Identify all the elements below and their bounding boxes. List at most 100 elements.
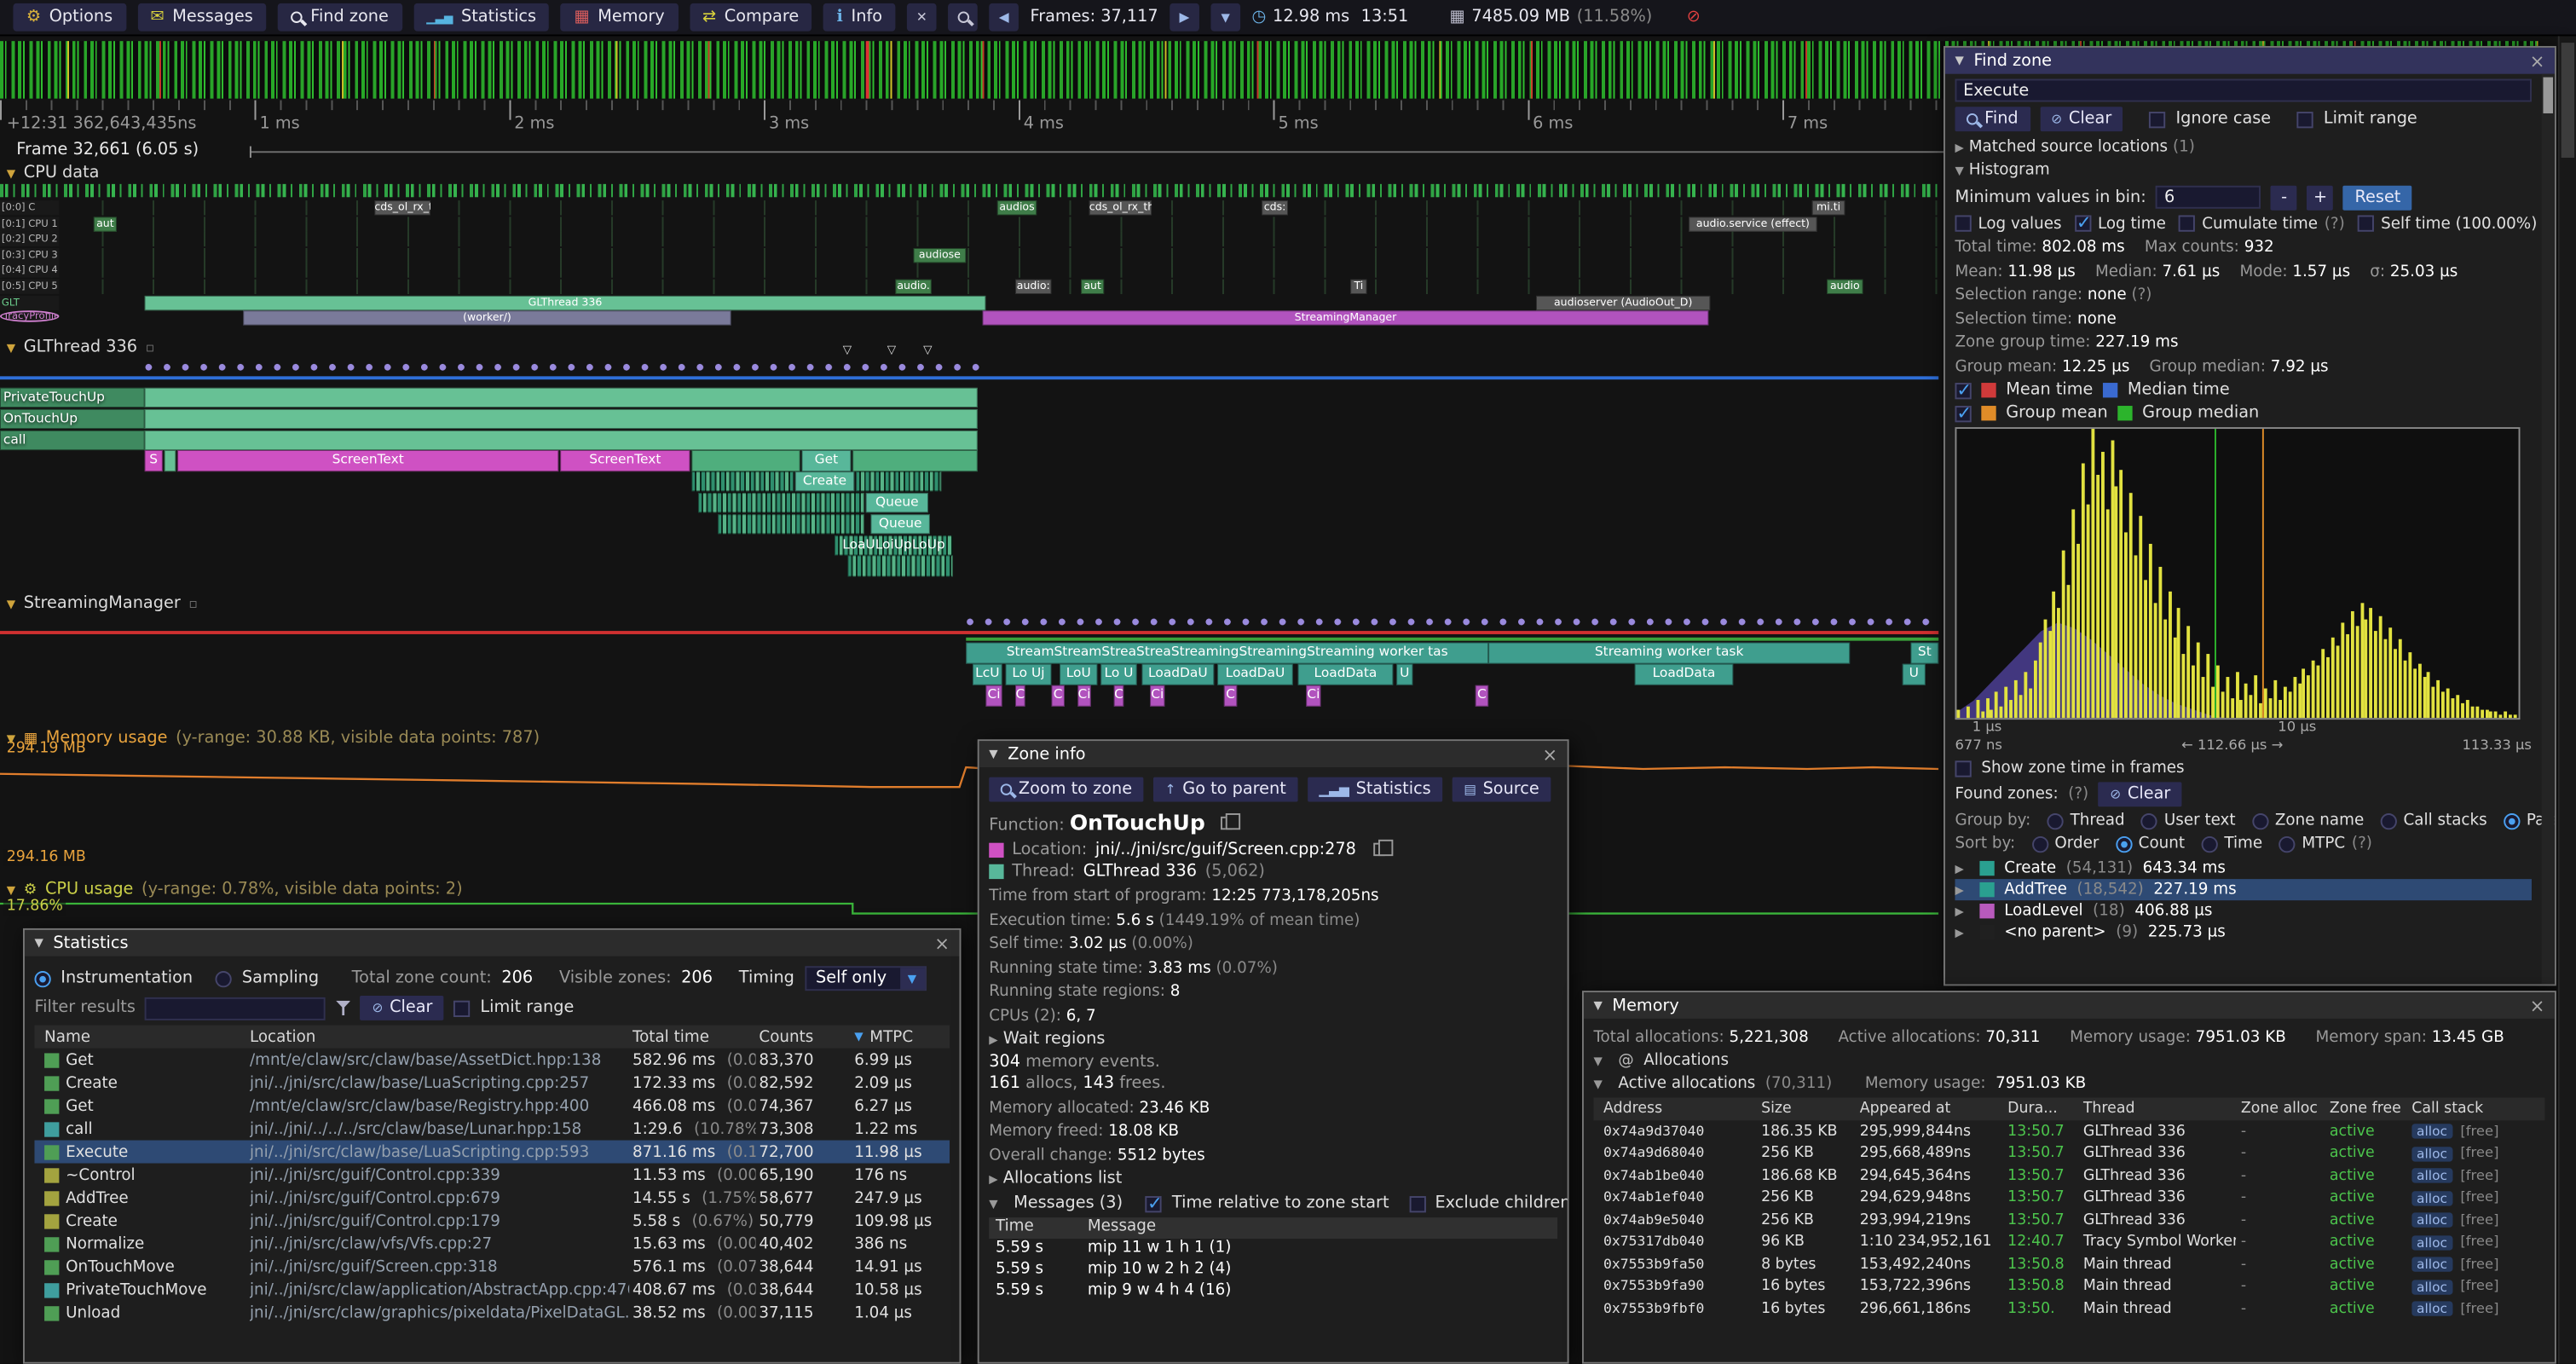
radio-order[interactable] <box>2031 835 2048 852</box>
alloc-callstack-button[interactable]: alloc <box>2411 1124 2452 1139</box>
cumulate-time-checkbox[interactable] <box>2179 215 2195 231</box>
timeline-zone[interactable]: LoU <box>1060 664 1097 685</box>
table-row[interactable]: AddTreejni/../jni/src/guif/Control.cpp:6… <box>34 1187 950 1210</box>
help-icon[interactable]: (?) <box>2127 286 2152 303</box>
timeline-zone[interactable]: S <box>145 451 163 471</box>
timeline-zone[interactable] <box>698 493 864 512</box>
go-to-parent-button[interactable]: ↑Go to parent <box>1153 777 1297 802</box>
messages-header[interactable]: Time Message <box>989 1217 1557 1239</box>
active-allocations-expander[interactable]: ▼ Active allocations (70,311) Memory usa… <box>1593 1074 2544 1092</box>
alloc-callstack-button[interactable]: alloc <box>2411 1213 2452 1228</box>
streaming-section-header[interactable]: ▼ StreamingManager ▫ <box>7 595 198 613</box>
scrollbar[interactable] <box>2558 36 2576 1363</box>
allocation-row[interactable]: 0x74ab9e5040256 KB293,994,219ns13:50.7GL… <box>1593 1209 2544 1231</box>
alloc-callstack-button[interactable]: alloc <box>2411 1235 2452 1250</box>
timeline-zone[interactable] <box>145 430 978 449</box>
close-icon[interactable]: × <box>2530 995 2545 1016</box>
cpu-zone[interactable]: aut <box>1081 280 1104 294</box>
frame-down-button[interactable]: ▼ <box>1210 3 1240 32</box>
legend-checkbox[interactable] <box>1955 382 1971 398</box>
found-zone-group[interactable]: ▶LoadLevel(18)406.88 µs <box>1955 900 2531 922</box>
zoom-to-zone-button[interactable]: Zoom to zone <box>989 777 1143 802</box>
alloc-callstack-button[interactable]: alloc <box>2411 1302 2452 1316</box>
find-zone-button[interactable]: Find zone <box>278 3 402 32</box>
alloc-callstack-button[interactable]: alloc <box>2411 1191 2452 1205</box>
timeline-zone[interactable]: Ci <box>1306 685 1320 706</box>
scrollbar[interactable] <box>2542 74 2555 985</box>
table-row[interactable]: Createjni/../jni/src/guif/Control.cpp:17… <box>34 1209 950 1232</box>
next-frame-button[interactable]: ▶ <box>1170 3 1199 32</box>
radio-user-text[interactable] <box>2141 812 2157 829</box>
table-row[interactable]: Createjni/../jni/src/claw/base/LuaScript… <box>34 1072 950 1095</box>
cpu-zone[interactable]: cds_ol_rx_thr <box>374 200 430 215</box>
frame-marker-icon[interactable]: ▽ <box>887 344 896 356</box>
timeline-zone[interactable] <box>145 409 978 429</box>
cpu-zone[interactable]: audiose <box>914 248 967 263</box>
close-icon[interactable]: × <box>934 933 950 954</box>
table-row[interactable]: Get/mnt/e/claw/src/claw/base/Registry.hp… <box>34 1095 950 1118</box>
timeline-zone[interactable]: LoaULoiUpLoUp <box>835 535 953 555</box>
timeline-zone[interactable] <box>165 451 176 471</box>
table-row[interactable]: OnTouchMovejni/../jni/src/guif/Screen.cp… <box>34 1255 950 1278</box>
allocation-row[interactable]: 0x7553b9fa9016 bytes153,722,396ns13:50.8… <box>1593 1276 2544 1298</box>
frame-marker-icon[interactable]: ▽ <box>923 344 932 356</box>
exclude-children-checkbox[interactable] <box>1409 1195 1425 1211</box>
frame-marker-icon[interactable]: ▽ <box>843 344 852 356</box>
timeline-zone[interactable] <box>145 388 978 407</box>
timeline-zone[interactable] <box>852 451 977 471</box>
alloc-callstack-button[interactable]: alloc <box>2411 1169 2452 1183</box>
tools-button[interactable]: ✕ <box>907 3 937 32</box>
timeline-zone[interactable]: C <box>1224 685 1237 706</box>
radio-parent[interactable] <box>2504 812 2520 829</box>
location-value[interactable]: jni/../jni/src/guif/Screen.cpp:278 <box>1095 841 1356 858</box>
column-header-address[interactable]: Address <box>1603 1097 1756 1120</box>
options-button[interactable]: ⚙Options <box>13 3 125 32</box>
allocations-list-expander[interactable]: ▶ Allocations list <box>989 1170 1557 1188</box>
cpu-zone[interactable]: mi.ti <box>1812 200 1845 215</box>
statistics-button[interactable]: ▁▃▅Statistics <box>1308 777 1442 802</box>
filter-input[interactable] <box>145 997 326 1020</box>
cpu-zone[interactable]: audio <box>1827 280 1863 294</box>
cpu-zone[interactable]: audio: <box>1015 280 1051 294</box>
column-header-zone-alloc[interactable]: Zone alloc <box>2241 1097 2323 1120</box>
compare-button[interactable]: ⇄Compare <box>690 3 812 32</box>
show-zone-time-checkbox[interactable] <box>1955 760 1971 776</box>
table-row[interactable]: PrivateTouchMovejni/../jni/src/claw/appl… <box>34 1278 950 1301</box>
timeline-zone[interactable]: Ci <box>985 685 1002 706</box>
close-icon[interactable]: × <box>1542 743 1557 765</box>
timeline-zone[interactable]: Get <box>802 451 852 471</box>
timeline-zone[interactable]: C <box>1114 685 1124 706</box>
timeline-zone[interactable] <box>718 514 864 534</box>
timeline-zone[interactable]: Queue <box>870 514 929 534</box>
message-row[interactable]: 5.59 smip 11 w 1 h 1 (1) <box>989 1239 1557 1260</box>
timeline-zone[interactable]: Queue <box>866 493 928 512</box>
clear-found-button[interactable]: ⊘Clear <box>2099 782 2182 806</box>
timeline-zone[interactable] <box>856 471 941 491</box>
ghost-zones-icon[interactable]: ▫ <box>146 340 154 355</box>
messages-button[interactable]: ✉Messages <box>137 3 266 32</box>
radio-call-stacks[interactable] <box>2381 812 2397 829</box>
matched-locations-expander[interactable]: ▶ Matched source locations (1) <box>1955 137 2531 155</box>
scrollbar-thumb[interactable] <box>2543 78 2553 113</box>
minus-button[interactable]: - <box>2271 185 2297 210</box>
cpu-zone[interactable]: GLThread 336 <box>145 295 986 309</box>
allocation-row[interactable]: 0x74ab1be040186.68 KB294,645,364ns13:50.… <box>1593 1165 2544 1187</box>
alloc-callstack-button[interactable]: alloc <box>2411 1280 2452 1294</box>
timeline-zone[interactable]: LoadData <box>1298 664 1394 685</box>
plus-button[interactable]: + <box>2307 185 2334 210</box>
cpu-data-section-header[interactable]: ▼ CPU data <box>7 165 100 182</box>
statistics-button[interactable]: ▁▃▅Statistics <box>413 3 550 32</box>
timeline-zone[interactable]: Ci <box>1150 685 1164 706</box>
timeline-zone[interactable]: LoadDaU <box>1217 664 1293 685</box>
allocations-expander[interactable]: ▼ @ Allocations <box>1593 1051 2544 1069</box>
cpu-zone[interactable]: cds_ol_rx_threa <box>1089 200 1152 215</box>
cpu-zone[interactable]: audios <box>997 200 1037 215</box>
help-icon[interactable]: (?) <box>2068 785 2088 803</box>
glthread-section-header[interactable]: ▼ GLThread 336 ▫ <box>7 338 154 356</box>
allocation-row[interactable]: 0x75317db04096 KB1:10 234,952,16112:40.7… <box>1593 1232 2544 1254</box>
help-icon[interactable]: (?) <box>2352 835 2372 852</box>
column-header-size[interactable]: Size <box>1761 1097 1855 1120</box>
memory-usage-plot[interactable] <box>0 748 1938 868</box>
cpu-usage-header[interactable]: ▼ ⚙ CPU usage (y-range: 0.78%, visible d… <box>7 881 463 899</box>
allocation-row[interactable]: 0x74ab1ef040256 KB294,629,948ns13:50.7GL… <box>1593 1187 2544 1209</box>
